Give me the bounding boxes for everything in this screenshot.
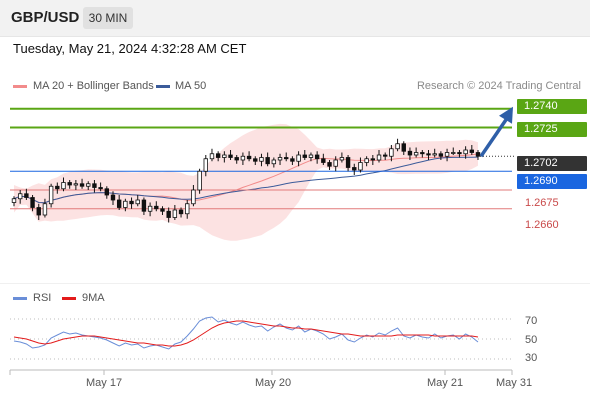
candle-body [246,155,252,160]
candle-body [234,157,239,161]
candle-body [191,189,196,205]
candle-body [382,154,388,157]
header-divider [0,36,590,37]
candle-body [185,203,190,215]
candle-body [30,197,35,208]
rsi-legend-label: RSI [33,292,52,304]
candle-body [358,162,363,171]
candle-body [457,152,462,155]
rsi-tick-50: 50 [525,334,538,346]
candle-body [339,157,345,161]
rsi-tick-70: 70 [525,315,538,327]
candle-body [215,153,221,158]
candle-body [172,209,178,218]
candle-body [407,150,413,156]
x-label-may17: May 17 [86,377,123,389]
candle-body [271,159,277,165]
candle-body [345,157,351,168]
candle-body [296,154,301,162]
candle-body [73,183,79,186]
candle-body [197,170,202,191]
candle-body [420,152,425,155]
candle-body [438,153,444,157]
candle-body [228,154,233,158]
candle-body [376,154,382,161]
resistance-2-label: 1.2740 [517,99,587,114]
last-price-label: 1.2702 [517,156,587,171]
candle-body [432,153,437,156]
candle-body [426,153,431,156]
candle-body [395,143,400,150]
price-chart [0,36,590,375]
x-label-may21: May 21 [427,377,464,389]
candle-body [240,155,246,161]
candle-body [284,157,289,160]
bollinger-band [14,123,478,241]
candle-body [401,143,406,152]
candle-body [116,199,122,208]
candle-body [277,157,283,161]
candle-body [11,198,17,203]
resistance-1-label: 1.2725 [517,122,587,137]
candle-body [42,203,48,216]
candle-body [209,153,215,160]
candle-body [265,157,270,165]
rsi-swatch [13,297,27,300]
candle-body [36,207,41,216]
candle-body [308,154,314,158]
candle-body [333,159,338,167]
candle-body [160,208,165,212]
candle-body [166,210,171,218]
support-1-label: 1.2675 [525,197,559,209]
candle-body [178,209,184,215]
candle-body [147,205,153,212]
candle-body [413,152,419,156]
candle-body [352,167,357,171]
candle-body [135,199,140,205]
candle-body [48,185,54,205]
candle-body [475,152,481,157]
ma9-legend-label: 9MA [82,292,105,304]
candle-body [370,158,376,161]
panel-divider [0,283,590,284]
candle-body [98,187,103,190]
candle-body [104,188,109,196]
candle-body [327,162,332,167]
x-label-may20: May 20 [255,377,292,389]
x-label-may31: May 31 [496,377,533,389]
forecast-arrow-shaft [479,118,508,158]
candle-body [290,158,295,162]
candle-body [389,148,394,157]
candle-body [364,158,369,163]
candle-body [154,205,159,210]
candle-body [79,183,85,187]
candle-body [314,154,320,160]
candle-body [129,200,134,205]
candle-body [123,200,128,208]
candle-body [451,152,456,154]
candle-body [259,157,264,162]
pivot-label: 1.2690 [517,174,587,189]
ma9-swatch [62,297,76,300]
candle-body [55,185,60,190]
candle-body [110,194,116,201]
candle-body [203,158,208,172]
candle-body [469,149,475,153]
candle-body [253,158,258,162]
candle-body [61,182,66,190]
support-2-label: 1.2660 [525,219,559,231]
candle-body [222,154,227,158]
candle-body [463,149,468,155]
candle-body [17,193,23,200]
candle-body [86,183,91,187]
ma9-line [13,320,479,347]
candle-body [444,152,450,157]
candle-body [92,183,97,188]
candle-body [24,193,29,198]
rsi-tick-30: 30 [525,352,538,364]
candle-body [67,182,72,186]
candle-body [141,199,147,212]
candle-body [302,154,307,158]
candle-body [321,158,326,163]
